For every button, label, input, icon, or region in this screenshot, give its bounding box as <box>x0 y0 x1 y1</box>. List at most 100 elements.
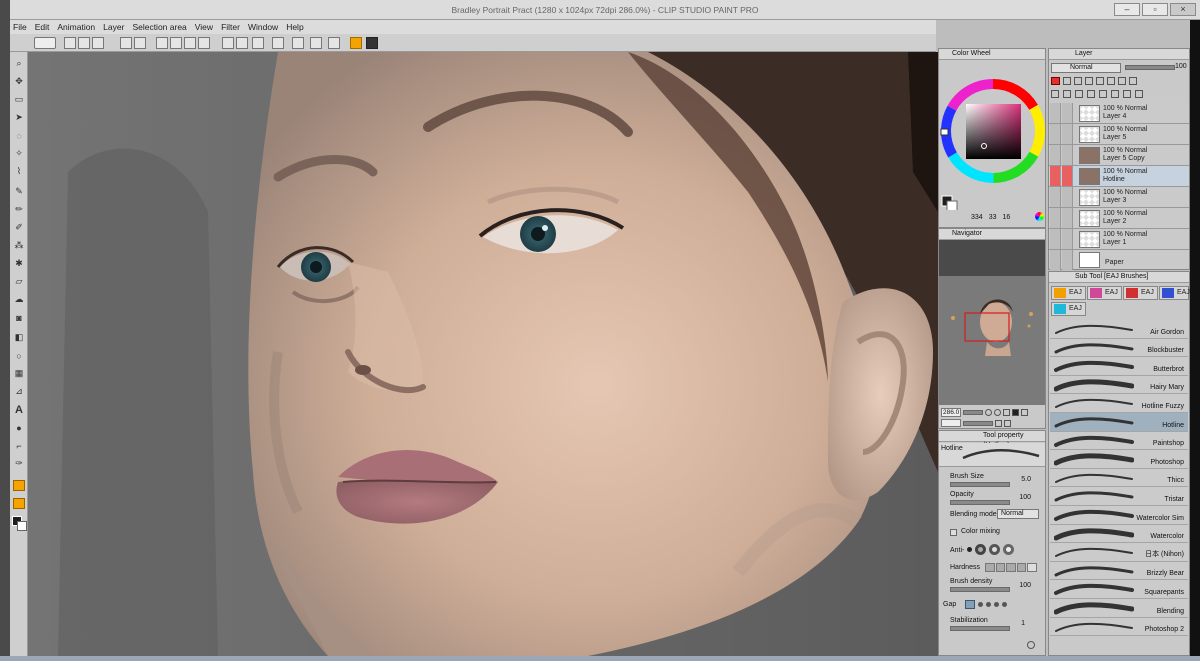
brush-list-item[interactable]: Hairy Mary <box>1050 375 1188 395</box>
brush-density-slider[interactable] <box>950 587 1010 592</box>
eraser-tool-icon[interactable]: ▱ <box>13 276 25 287</box>
brush-list-item[interactable]: Photoshop 2 <box>1050 617 1188 637</box>
rotate-icon[interactable] <box>1021 408 1028 416</box>
correct-line-tool-icon[interactable]: ⌐ <box>13 440 25 451</box>
clip-icon[interactable] <box>1074 76 1082 85</box>
palette-color-icon[interactable] <box>1129 76 1137 85</box>
layer-lock-toggle[interactable] <box>1062 229 1073 249</box>
rotation-slider[interactable] <box>963 420 993 426</box>
brush-list-item[interactable]: Watercolor <box>1050 524 1188 544</box>
layer-lock-toggle[interactable] <box>1062 166 1073 186</box>
eaj-brush-tool-icon[interactable] <box>13 498 25 509</box>
clear-icon[interactable] <box>156 37 168 49</box>
visibility-toggle[interactable] <box>1050 124 1061 144</box>
new-vector-layer-icon[interactable] <box>1063 90 1071 98</box>
brush-preview[interactable]: Hotline <box>939 443 1045 467</box>
hardness-options[interactable] <box>985 563 1037 572</box>
apply-mask-icon[interactable] <box>1123 90 1131 98</box>
gradient-tool-icon[interactable]: ◧ <box>13 332 25 343</box>
rotation-field[interactable] <box>941 419 961 427</box>
brush-density-value[interactable]: 100 <box>1013 582 1031 589</box>
pen-subtool-icon[interactable]: ✑ <box>13 458 25 469</box>
layer-row[interactable]: 100 % Normal Layer 3 <box>1049 187 1189 208</box>
subtool-group-tab[interactable]: EAJ <box>1051 302 1086 316</box>
subtool-group-tab[interactable]: EAJ <box>1123 286 1158 300</box>
visibility-toggle[interactable] <box>1050 208 1061 228</box>
layer-lock-toggle[interactable] <box>1062 103 1073 123</box>
menu-edit[interactable]: Edit <box>32 20 55 34</box>
grid-icon[interactable] <box>366 37 378 49</box>
new-raster-layer-icon[interactable] <box>1051 90 1059 98</box>
brush-list-item[interactable]: Blockbuster <box>1050 338 1188 358</box>
lock-icon[interactable] <box>1096 76 1104 85</box>
fit-icon[interactable] <box>1003 408 1010 416</box>
clear-outside-icon[interactable] <box>170 37 182 49</box>
undo-icon[interactable] <box>120 37 132 49</box>
menu-selection-area[interactable]: Selection area <box>129 20 191 34</box>
reference-icon[interactable] <box>1085 76 1093 85</box>
brush-list-item[interactable]: Blending <box>1050 599 1188 618</box>
clip-studio-icon[interactable] <box>34 37 56 49</box>
merge-down-icon[interactable] <box>1099 90 1107 98</box>
visibility-toggle[interactable] <box>1050 250 1061 270</box>
brush-list-item[interactable]: Squarepants <box>1050 580 1188 599</box>
close-button[interactable]: × <box>1170 3 1196 16</box>
figure-tool-icon[interactable]: ○ <box>13 350 25 361</box>
flip-horizontal-icon[interactable] <box>995 419 1002 427</box>
blend-tool-icon[interactable]: ☁ <box>13 294 25 305</box>
drawing-canvas[interactable] <box>28 52 938 656</box>
visibility-toggle[interactable] <box>1050 187 1061 207</box>
subtool-group-tab[interactable]: EAJ <box>1087 286 1122 300</box>
brush-list-item[interactable]: Tristar <box>1050 487 1188 506</box>
frame-tool-icon[interactable]: ▦ <box>13 368 25 379</box>
layer-lock-toggle[interactable] <box>1062 145 1073 165</box>
layer-row[interactable]: 100 % Normal Layer 5 Copy <box>1049 145 1189 166</box>
brush-list-item[interactable]: Photoshop <box>1050 450 1188 469</box>
flip-vertical-icon[interactable] <box>1004 419 1011 427</box>
color-mixing-checkbox[interactable] <box>950 529 957 536</box>
zoom-in-icon[interactable] <box>985 408 992 416</box>
menu-animation[interactable]: Animation <box>54 20 100 34</box>
layer-mask-icon[interactable] <box>1063 76 1071 85</box>
layer-row[interactable]: 100 % Normal Layer 2 <box>1049 208 1189 229</box>
brush-size-value[interactable]: 5.0 <box>1013 476 1031 483</box>
visibility-toggle[interactable] <box>1050 103 1061 123</box>
transform-icon[interactable] <box>198 37 210 49</box>
new-folder-icon[interactable] <box>1075 90 1083 98</box>
brush-list-item[interactable]: Hotline <box>1050 413 1188 432</box>
layer-blend-mode-select[interactable]: Normal <box>1051 63 1121 73</box>
gap-options[interactable] <box>965 599 1037 609</box>
brush-list-item[interactable]: Butterbrot <box>1050 357 1188 376</box>
eaj-tool-icon[interactable] <box>13 480 25 491</box>
sub-color-swatch[interactable] <box>17 521 27 531</box>
decoration-tool-icon[interactable]: ✱ <box>13 258 25 269</box>
layer-row[interactable]: 100 % Normal Layer 1 <box>1049 229 1189 250</box>
layer-row[interactable]: 100 % Normal Layer 4 <box>1049 103 1189 124</box>
transfer-down-icon[interactable] <box>1087 90 1095 98</box>
layer-lock-toggle[interactable] <box>1062 208 1073 228</box>
brush-list-item[interactable]: Thicc <box>1050 468 1188 488</box>
tool-property-settings-icon[interactable] <box>1027 641 1035 649</box>
pen-tool-icon[interactable]: ✎ <box>13 186 25 197</box>
layer-lock-toggle[interactable] <box>1062 250 1073 270</box>
brush-list-item[interactable]: 日本 (Nihon) <box>1050 543 1188 562</box>
layer-lock-toggle[interactable] <box>1062 124 1073 144</box>
layer-row-selected[interactable]: 100 % Normal Hotline <box>1049 166 1189 187</box>
draft-icon[interactable] <box>1118 76 1126 85</box>
pointer-tool-icon[interactable]: ➤ <box>13 112 25 123</box>
eyedropper-icon[interactable]: ⌇ <box>13 166 25 177</box>
text-tool-icon[interactable]: A <box>13 404 25 416</box>
lasso-tool-icon[interactable]: ◌ <box>13 130 25 141</box>
open-file-icon[interactable] <box>78 37 90 49</box>
delete-layer-icon[interactable] <box>1135 90 1143 98</box>
layer-opacity-value[interactable]: 100 <box>1175 63 1187 70</box>
stabilization-value[interactable]: 1 <box>1013 620 1025 627</box>
brush-list-item[interactable]: Brizzly Bear <box>1050 561 1188 581</box>
opacity-slider[interactable] <box>950 500 1010 505</box>
pencil-tool-icon[interactable]: ✏ <box>13 204 25 215</box>
brush-list-item[interactable]: Air Gordon <box>1050 320 1188 339</box>
eaj-brush-icon[interactable] <box>350 37 362 49</box>
menu-layer[interactable]: Layer <box>100 20 129 34</box>
snap-grid-icon[interactable] <box>292 37 304 49</box>
brush-list-item[interactable]: Paintshop <box>1050 431 1188 451</box>
